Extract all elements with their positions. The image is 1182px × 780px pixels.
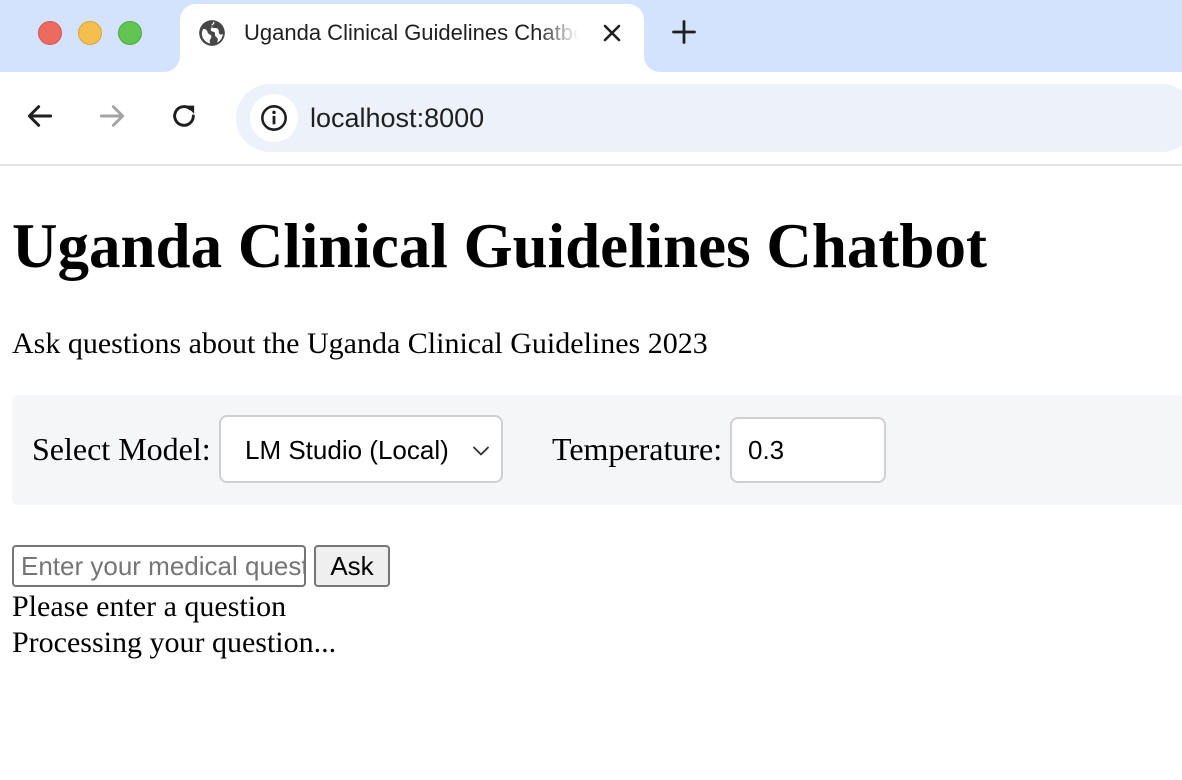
ask-button[interactable]: Ask	[314, 545, 390, 587]
globe-icon	[199, 20, 225, 46]
temperature-label: Temperature:	[552, 431, 723, 467]
validation-message: Please enter a question	[12, 590, 287, 623]
page-title: Uganda Clinical Guidelines Chatbot	[12, 211, 987, 281]
model-select-value: LM Studio (Local)	[245, 435, 449, 465]
tab-title: Uganda Clinical Guidelines Chatbot	[244, 20, 578, 45]
page-content: Uganda Clinical Guidelines Chatbot Ask q…	[0, 166, 1182, 780]
info-icon	[261, 105, 287, 131]
forward-arrow-icon[interactable]	[96, 100, 128, 132]
new-tab-plus-icon[interactable]	[670, 18, 698, 46]
url-text: localhost:8000	[310, 103, 485, 133]
minimize-window-button[interactable]	[78, 21, 102, 45]
model-select[interactable]: LM Studio (Local)	[219, 415, 503, 483]
processing-message: Processing your question...	[12, 626, 337, 659]
browser-window: Uganda Clinical Guidelines Chatbot local…	[0, 0, 1182, 780]
site-info-button[interactable]	[250, 94, 298, 142]
question-input[interactable]	[12, 545, 306, 587]
model-select-label: Select Model:	[32, 431, 211, 467]
reload-icon[interactable]	[168, 100, 200, 132]
tab-strip: Uganda Clinical Guidelines Chatbot	[0, 0, 1182, 72]
page-subtitle: Ask questions about the Uganda Clinical …	[12, 327, 708, 360]
maximize-window-button[interactable]	[118, 21, 142, 45]
address-bar[interactable]: localhost:8000	[236, 84, 1182, 152]
settings-panel: Select Model: LM Studio (Local) Temperat…	[12, 395, 1182, 505]
back-arrow-icon[interactable]	[24, 100, 56, 132]
close-window-button[interactable]	[38, 21, 62, 45]
active-tab[interactable]: Uganda Clinical Guidelines Chatbot	[180, 4, 644, 72]
temperature-input[interactable]	[730, 417, 886, 483]
close-tab-icon[interactable]	[600, 21, 624, 45]
chevron-down-icon	[473, 446, 489, 456]
browser-toolbar: localhost:8000	[0, 72, 1182, 166]
